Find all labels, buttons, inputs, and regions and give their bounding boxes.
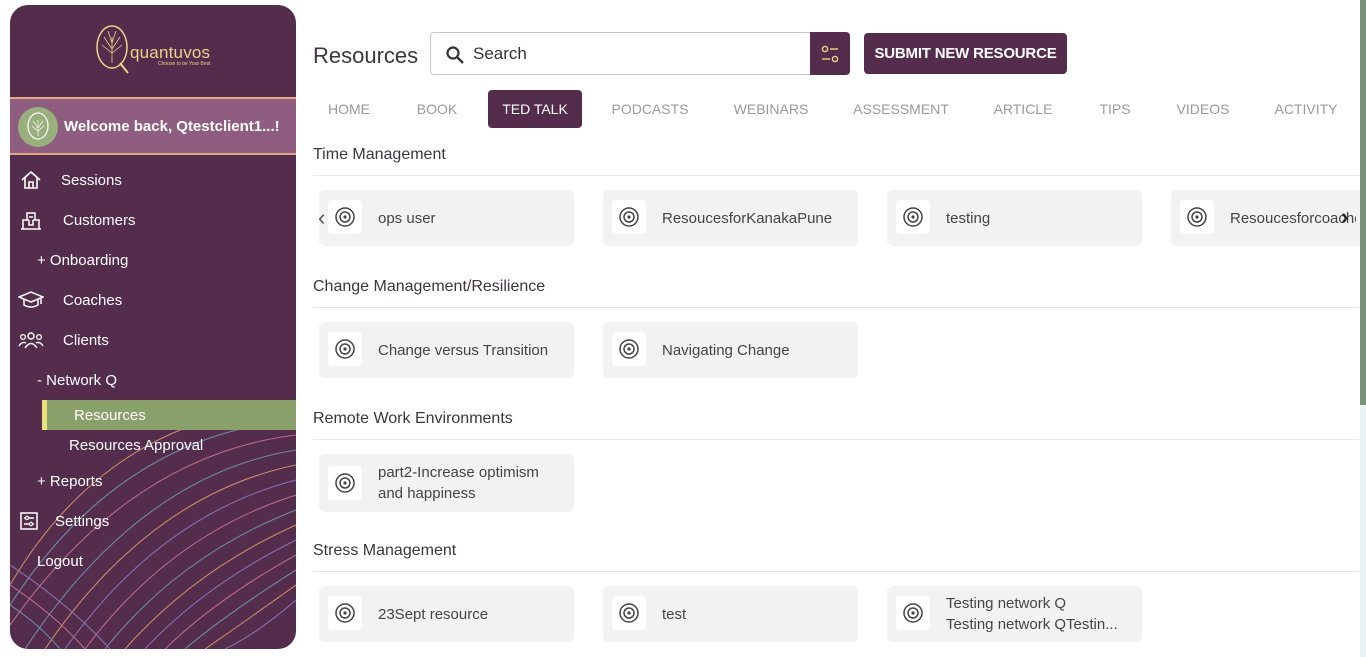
- settings-sliders-icon: [16, 510, 42, 532]
- nav-logout-label: Logout: [37, 552, 83, 570]
- resource-card-title: Resoucesforcoaches: [1230, 209, 1356, 227]
- resource-card-title: Testing network Q Testing network QTesti…: [946, 595, 1118, 633]
- tab-podcasts[interactable]: PODCASTS: [604, 90, 696, 128]
- tab-activity[interactable]: ACTIVITY: [1268, 90, 1344, 128]
- resource-card[interactable]: ResoucesforKanakaPune: [603, 190, 858, 246]
- nav-sessions-label: Sessions: [61, 171, 122, 189]
- nav-onboarding[interactable]: + Onboarding: [10, 245, 296, 275]
- resource-card[interactable]: part2-Increase optimism and happiness: [319, 454, 574, 512]
- nav-coaches[interactable]: Coaches: [10, 285, 296, 315]
- nav-clients[interactable]: Clients: [10, 325, 296, 355]
- resource-card[interactable]: ops user: [319, 190, 574, 246]
- page-title: Resources: [313, 43, 419, 68]
- chevron-left-icon[interactable]: ‹: [318, 205, 325, 231]
- resource-card[interactable]: 23Sept resource: [319, 586, 574, 642]
- resource-card-title: testing: [946, 209, 991, 227]
- filter-button[interactable]: [810, 32, 850, 75]
- nav-onboarding-label: + Onboarding: [37, 251, 129, 269]
- podcast-icon: [612, 332, 646, 366]
- nav-logout[interactable]: Logout: [10, 546, 296, 576]
- tab-tips[interactable]: TIPS: [1092, 90, 1138, 128]
- graduation-cap-icon: [18, 289, 44, 311]
- nav-reports[interactable]: + Reports: [10, 466, 296, 496]
- divider: [313, 175, 1359, 176]
- podcast-icon: [612, 596, 646, 630]
- nav-settings[interactable]: Settings: [10, 506, 296, 536]
- nav-coaches-label: Coaches: [63, 291, 123, 309]
- chevron-right-icon[interactable]: ›: [1341, 204, 1348, 230]
- divider: [313, 307, 1359, 308]
- tab-home[interactable]: HOME: [318, 90, 380, 128]
- resource-card-title: test: [662, 605, 687, 623]
- brand-tagline: Choose to be Your Best: [158, 61, 211, 67]
- nav-customers[interactable]: Customers: [10, 205, 296, 235]
- podcast-icon: [896, 596, 930, 630]
- tab-videos[interactable]: VIDEOS: [1170, 90, 1236, 128]
- resource-card-title: ops user: [378, 209, 436, 227]
- section-title: Stress Management: [313, 542, 457, 559]
- building-icon: [18, 209, 44, 231]
- resource-card-title: 23Sept resource: [378, 605, 489, 623]
- tab-webinars[interactable]: WEBINARS: [724, 90, 818, 128]
- resource-card[interactable]: Resoucesforcoaches: [1171, 190, 1360, 246]
- tree-logo-icon: [96, 25, 129, 74]
- section-title: Remote Work Environments: [313, 410, 513, 427]
- nav-network-q[interactable]: - Network Q: [10, 365, 296, 395]
- tree-avatar-icon: [27, 112, 49, 140]
- nav-resources-approval[interactable]: Resources Approval: [10, 430, 296, 460]
- podcast-icon: [1180, 200, 1214, 234]
- resource-card[interactable]: testing: [887, 190, 1142, 246]
- tab-assessment[interactable]: ASSESSMENT: [846, 90, 956, 128]
- scrollbar-thumb[interactable]: [1360, 0, 1366, 405]
- nav-sessions[interactable]: Sessions: [10, 165, 296, 195]
- search-box: [430, 32, 850, 75]
- nav-customers-label: Customers: [63, 211, 136, 229]
- podcast-icon: [328, 466, 362, 500]
- section-title: Time Management: [313, 146, 446, 163]
- resource-card[interactable]: Change versus Transition: [319, 322, 574, 378]
- resource-card[interactable]: test: [603, 586, 858, 642]
- nav-resources-label: Resources: [74, 406, 146, 424]
- resource-card[interactable]: Navigating Change: [603, 322, 858, 378]
- tab-ted-talk[interactable]: TED TALK: [488, 90, 582, 128]
- home-icon: [18, 169, 44, 191]
- brand-name: quantuvos: [130, 43, 211, 62]
- scrollbar[interactable]: [1360, 0, 1366, 657]
- divider: [313, 571, 1359, 572]
- podcast-icon: [328, 332, 362, 366]
- resource-card[interactable]: Testing network Q Testing network QTesti…: [887, 586, 1142, 642]
- resource-card-title: part2-Increase optimism and happiness: [378, 464, 539, 502]
- nav-reports-label: + Reports: [37, 472, 103, 490]
- filter-sliders-icon: [821, 45, 839, 62]
- nav-resources[interactable]: Resources: [42, 400, 296, 430]
- podcast-icon: [328, 200, 362, 234]
- divider: [313, 439, 1359, 440]
- podcast-icon: [896, 200, 930, 234]
- resource-card-title: Navigating Change: [662, 341, 790, 359]
- sidebar: quantuvos Choose to be Your Best Welcome…: [10, 5, 296, 649]
- welcome-banner: Welcome back, Qtestclient1...!: [10, 97, 296, 155]
- brand-logo[interactable]: quantuvos Choose to be Your Best: [10, 5, 296, 95]
- search-input[interactable]: [473, 33, 803, 74]
- avatar[interactable]: [18, 107, 58, 147]
- podcast-icon: [612, 200, 646, 234]
- nav-network-q-label: - Network Q: [37, 371, 118, 389]
- podcast-icon: [328, 596, 362, 630]
- submit-new-resource-button[interactable]: SUBMIT NEW RESOURCE: [864, 33, 1067, 74]
- users-group-icon: [18, 329, 44, 351]
- resource-card-title: ResoucesforKanakaPune: [662, 209, 833, 227]
- nav-resources-approval-label: Resources Approval: [69, 436, 204, 454]
- section-title: Change Management/Resilience: [313, 278, 546, 295]
- tab-article[interactable]: ARTICLE: [986, 90, 1060, 128]
- tab-book[interactable]: BOOK: [407, 90, 467, 128]
- resource-card-title: Change versus Transition: [378, 341, 549, 359]
- search-icon: [445, 45, 465, 70]
- welcome-text: Welcome back, Qtestclient1...!: [64, 118, 280, 135]
- nav-clients-label: Clients: [63, 331, 109, 349]
- nav-settings-label: Settings: [55, 512, 110, 530]
